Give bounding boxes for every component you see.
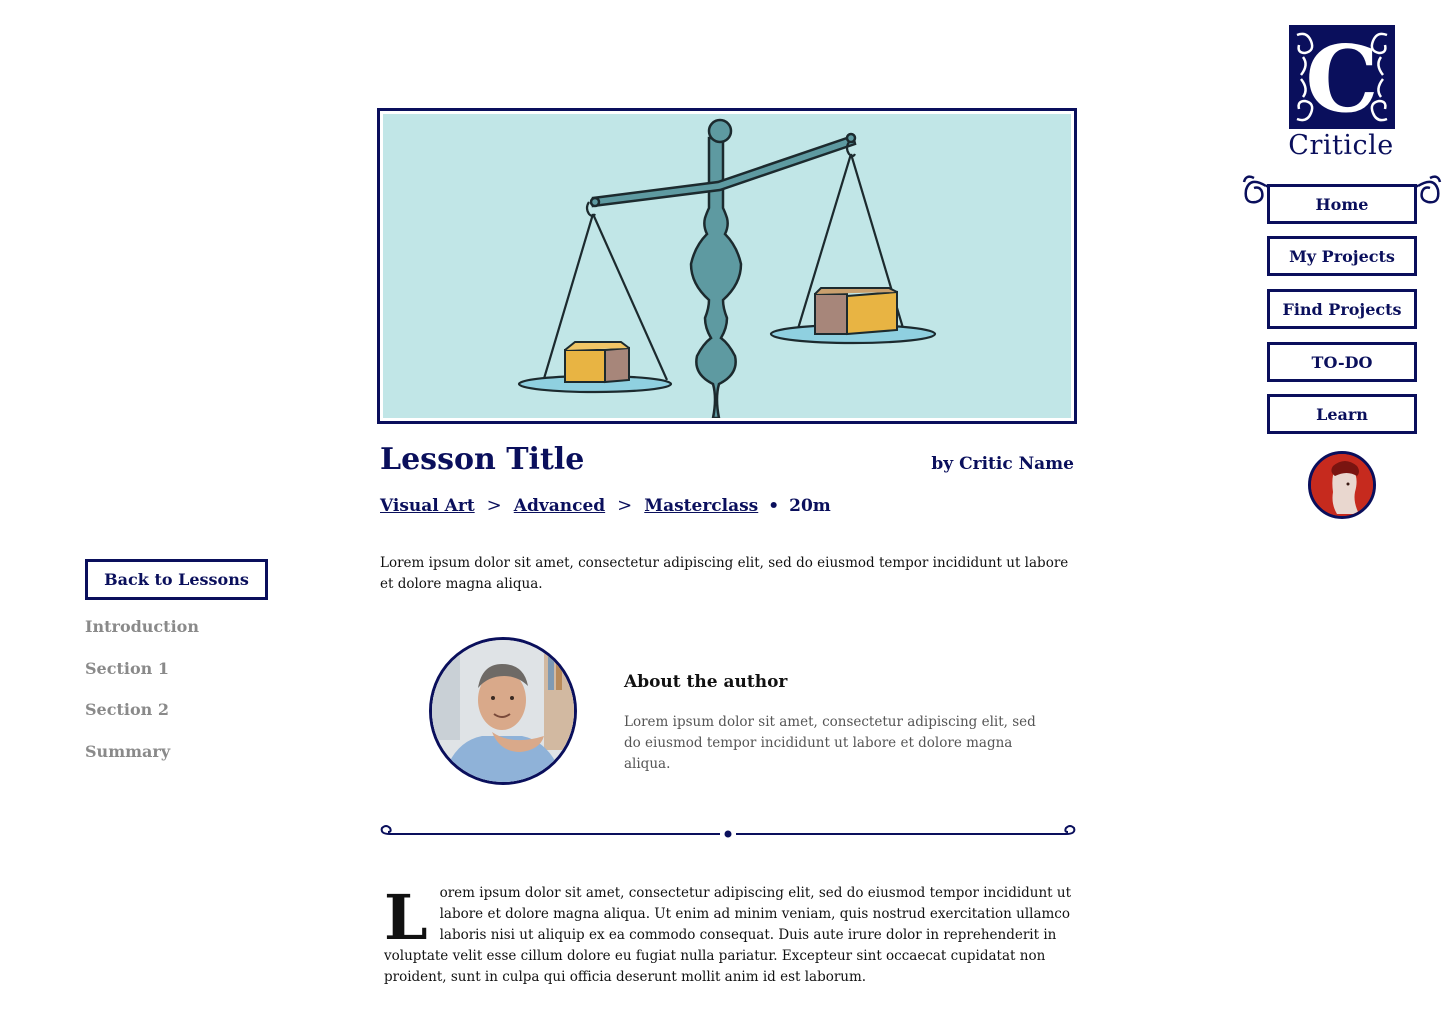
- breadcrumb-advanced[interactable]: Advanced: [514, 496, 605, 516]
- toc-summary[interactable]: Summary: [85, 742, 170, 761]
- author-portrait-image: [432, 640, 574, 782]
- lesson-duration: 20m: [789, 495, 831, 516]
- svg-text:C: C: [1305, 25, 1378, 129]
- chevron-right-icon: >: [617, 495, 633, 516]
- brand-name: Criticle: [1288, 130, 1394, 161]
- nav-home-button[interactable]: Home: [1267, 184, 1417, 224]
- drop-cap: L: [384, 881, 428, 954]
- chevron-right-icon: >: [486, 495, 502, 516]
- author-photo: [429, 637, 577, 785]
- logo-emblem-icon: C: [1289, 25, 1395, 129]
- bullet-separator: •: [768, 495, 780, 516]
- breadcrumb: Visual Art > Advanced > Masterclass • 20…: [380, 495, 831, 516]
- toc-introduction[interactable]: Introduction: [85, 617, 199, 636]
- user-avatar-image: [1311, 454, 1373, 516]
- lesson-intro: Lorem ipsum dolor sit amet, consectetur …: [380, 555, 1069, 592]
- toc-section-1[interactable]: Section 1: [85, 659, 169, 678]
- critic-name[interactable]: by Critic Name: [931, 454, 1074, 474]
- user-avatar[interactable]: [1308, 451, 1376, 519]
- breadcrumb-visual-art[interactable]: Visual Art: [380, 496, 475, 516]
- breadcrumb-masterclass[interactable]: Masterclass: [644, 496, 758, 516]
- nav-my-projects-button[interactable]: My Projects: [1267, 236, 1417, 276]
- nav-todo-button[interactable]: TO-DO: [1267, 342, 1417, 382]
- hero-image: [377, 108, 1077, 424]
- balance-scale-illustration: [383, 114, 1071, 418]
- about-author-heading: About the author: [624, 672, 788, 692]
- lesson-body-text: orem ipsum dolor sit amet, consectetur a…: [384, 885, 1072, 985]
- nav-learn-button[interactable]: Learn: [1267, 394, 1417, 434]
- lesson-body: Lorem ipsum dolor sit amet, consectetur …: [384, 883, 1084, 988]
- lesson-title: Lesson Title: [380, 442, 585, 477]
- nav-find-projects-button[interactable]: Find Projects: [1267, 289, 1417, 329]
- toc-section-2[interactable]: Section 2: [85, 700, 169, 719]
- brand-logo[interactable]: C: [1289, 25, 1395, 129]
- ornamental-divider-icon: [380, 825, 1076, 838]
- about-author-bio: Lorem ipsum dolor sit amet, consectetur …: [624, 714, 1036, 772]
- back-to-lessons-button[interactable]: Back to Lessons: [85, 559, 268, 600]
